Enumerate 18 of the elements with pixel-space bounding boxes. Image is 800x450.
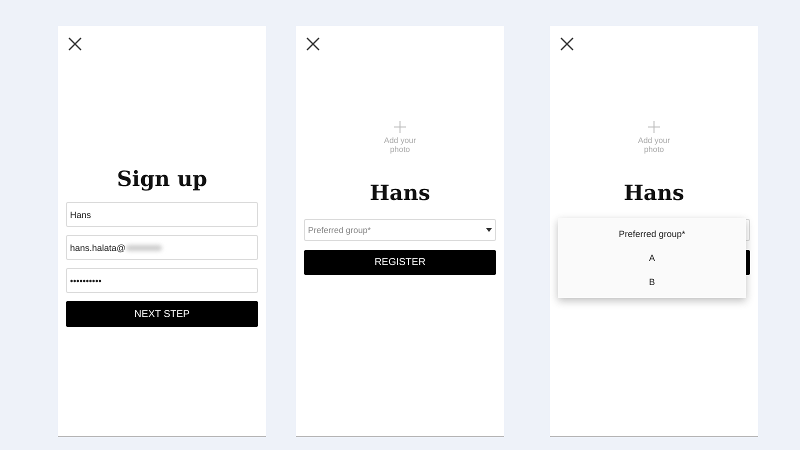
input-field[interactable]: Hans bbox=[66, 202, 258, 227]
close-icon[interactable] bbox=[306, 37, 320, 51]
input-field[interactable]: •••••••••• bbox=[66, 268, 258, 293]
dropdown-caret-icon bbox=[486, 228, 492, 232]
add-photo-label: Add your photo bbox=[382, 137, 418, 155]
profile-name: Hans bbox=[622, 180, 686, 205]
screen-title: Sign up bbox=[116, 166, 208, 191]
register-button[interactable]: REGISTER bbox=[304, 250, 496, 275]
group-select[interactable]: Preferred group* bbox=[304, 218, 496, 241]
menu-option[interactable]: Preferred group* bbox=[558, 222, 746, 246]
menu-option[interactable]: A bbox=[558, 246, 746, 270]
next-step-button[interactable]: NEXT STEP bbox=[66, 301, 258, 327]
menu-option[interactable]: B bbox=[558, 270, 746, 294]
input-field[interactable]: hans.halata@ bbox=[66, 235, 258, 260]
add-photo-label: Add your photo bbox=[636, 137, 672, 155]
profile-name: Hans bbox=[368, 180, 432, 205]
close-icon[interactable] bbox=[68, 37, 82, 51]
close-icon[interactable] bbox=[560, 37, 574, 51]
